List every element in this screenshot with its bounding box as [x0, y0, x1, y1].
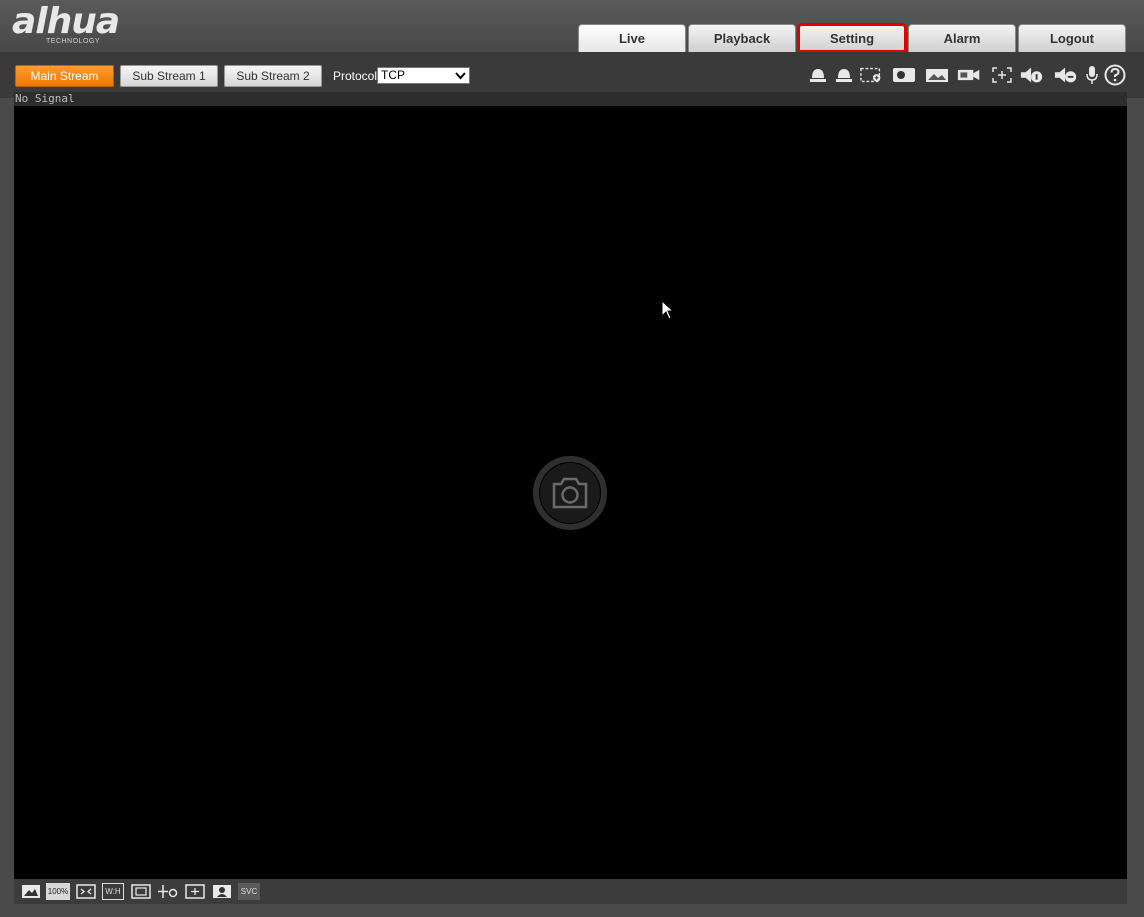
sub-stream-2-button[interactable]: Sub Stream 2	[224, 65, 322, 87]
lock-icon[interactable]	[806, 64, 830, 86]
camera-placeholder-icon	[533, 456, 607, 530]
original-size-button[interactable]: 100%	[46, 883, 70, 900]
no-signal-text: No Signal	[15, 92, 75, 105]
tab-live[interactable]: Live	[578, 24, 686, 52]
region-zoom-icon[interactable]	[860, 64, 884, 86]
logo-subtitle: TECHNOLOGY	[46, 38, 101, 45]
protocol-value: TCP	[381, 68, 405, 82]
tab-logout[interactable]: Logout	[1018, 24, 1126, 52]
digital-zoom-icon[interactable]	[990, 64, 1014, 86]
protocol-label: Protocol	[333, 69, 378, 83]
video-status-strip	[14, 92, 1127, 106]
face-detect-icon[interactable]	[211, 883, 233, 900]
mouse-cursor-icon	[661, 300, 675, 320]
dahua-logo: alhua	[12, 1, 120, 42]
tab-alarm[interactable]: Alarm	[908, 24, 1016, 52]
fit-window-icon[interactable]	[75, 883, 97, 900]
chevron-down-icon	[455, 72, 466, 80]
image-adjust-icon[interactable]	[20, 883, 42, 900]
help-icon[interactable]	[1103, 64, 1127, 86]
tab-playback[interactable]: Playback	[688, 24, 796, 52]
audio-output-icon[interactable]	[1020, 64, 1044, 86]
ptz-control-icon[interactable]	[157, 883, 179, 900]
alarm-light-icon[interactable]	[832, 64, 856, 86]
talk-icon[interactable]	[1054, 64, 1078, 86]
protocol-select[interactable]: TCP	[377, 67, 470, 84]
video-control-bar	[14, 879, 1127, 904]
record-icon[interactable]	[892, 64, 916, 86]
aspect-ratio-button[interactable]: W:H	[102, 883, 124, 900]
svc-button[interactable]: SVC	[238, 883, 260, 900]
microphone-icon[interactable]	[1080, 64, 1104, 86]
video-record-icon[interactable]	[957, 64, 981, 86]
snapshot-icon[interactable]	[925, 64, 949, 86]
tab-setting[interactable]: Setting	[797, 23, 907, 53]
sub-stream-1-button[interactable]: Sub Stream 1	[120, 65, 218, 87]
full-screen-icon[interactable]	[184, 883, 206, 900]
fluency-icon[interactable]	[130, 883, 152, 900]
main-stream-button[interactable]: Main Stream	[15, 65, 114, 87]
